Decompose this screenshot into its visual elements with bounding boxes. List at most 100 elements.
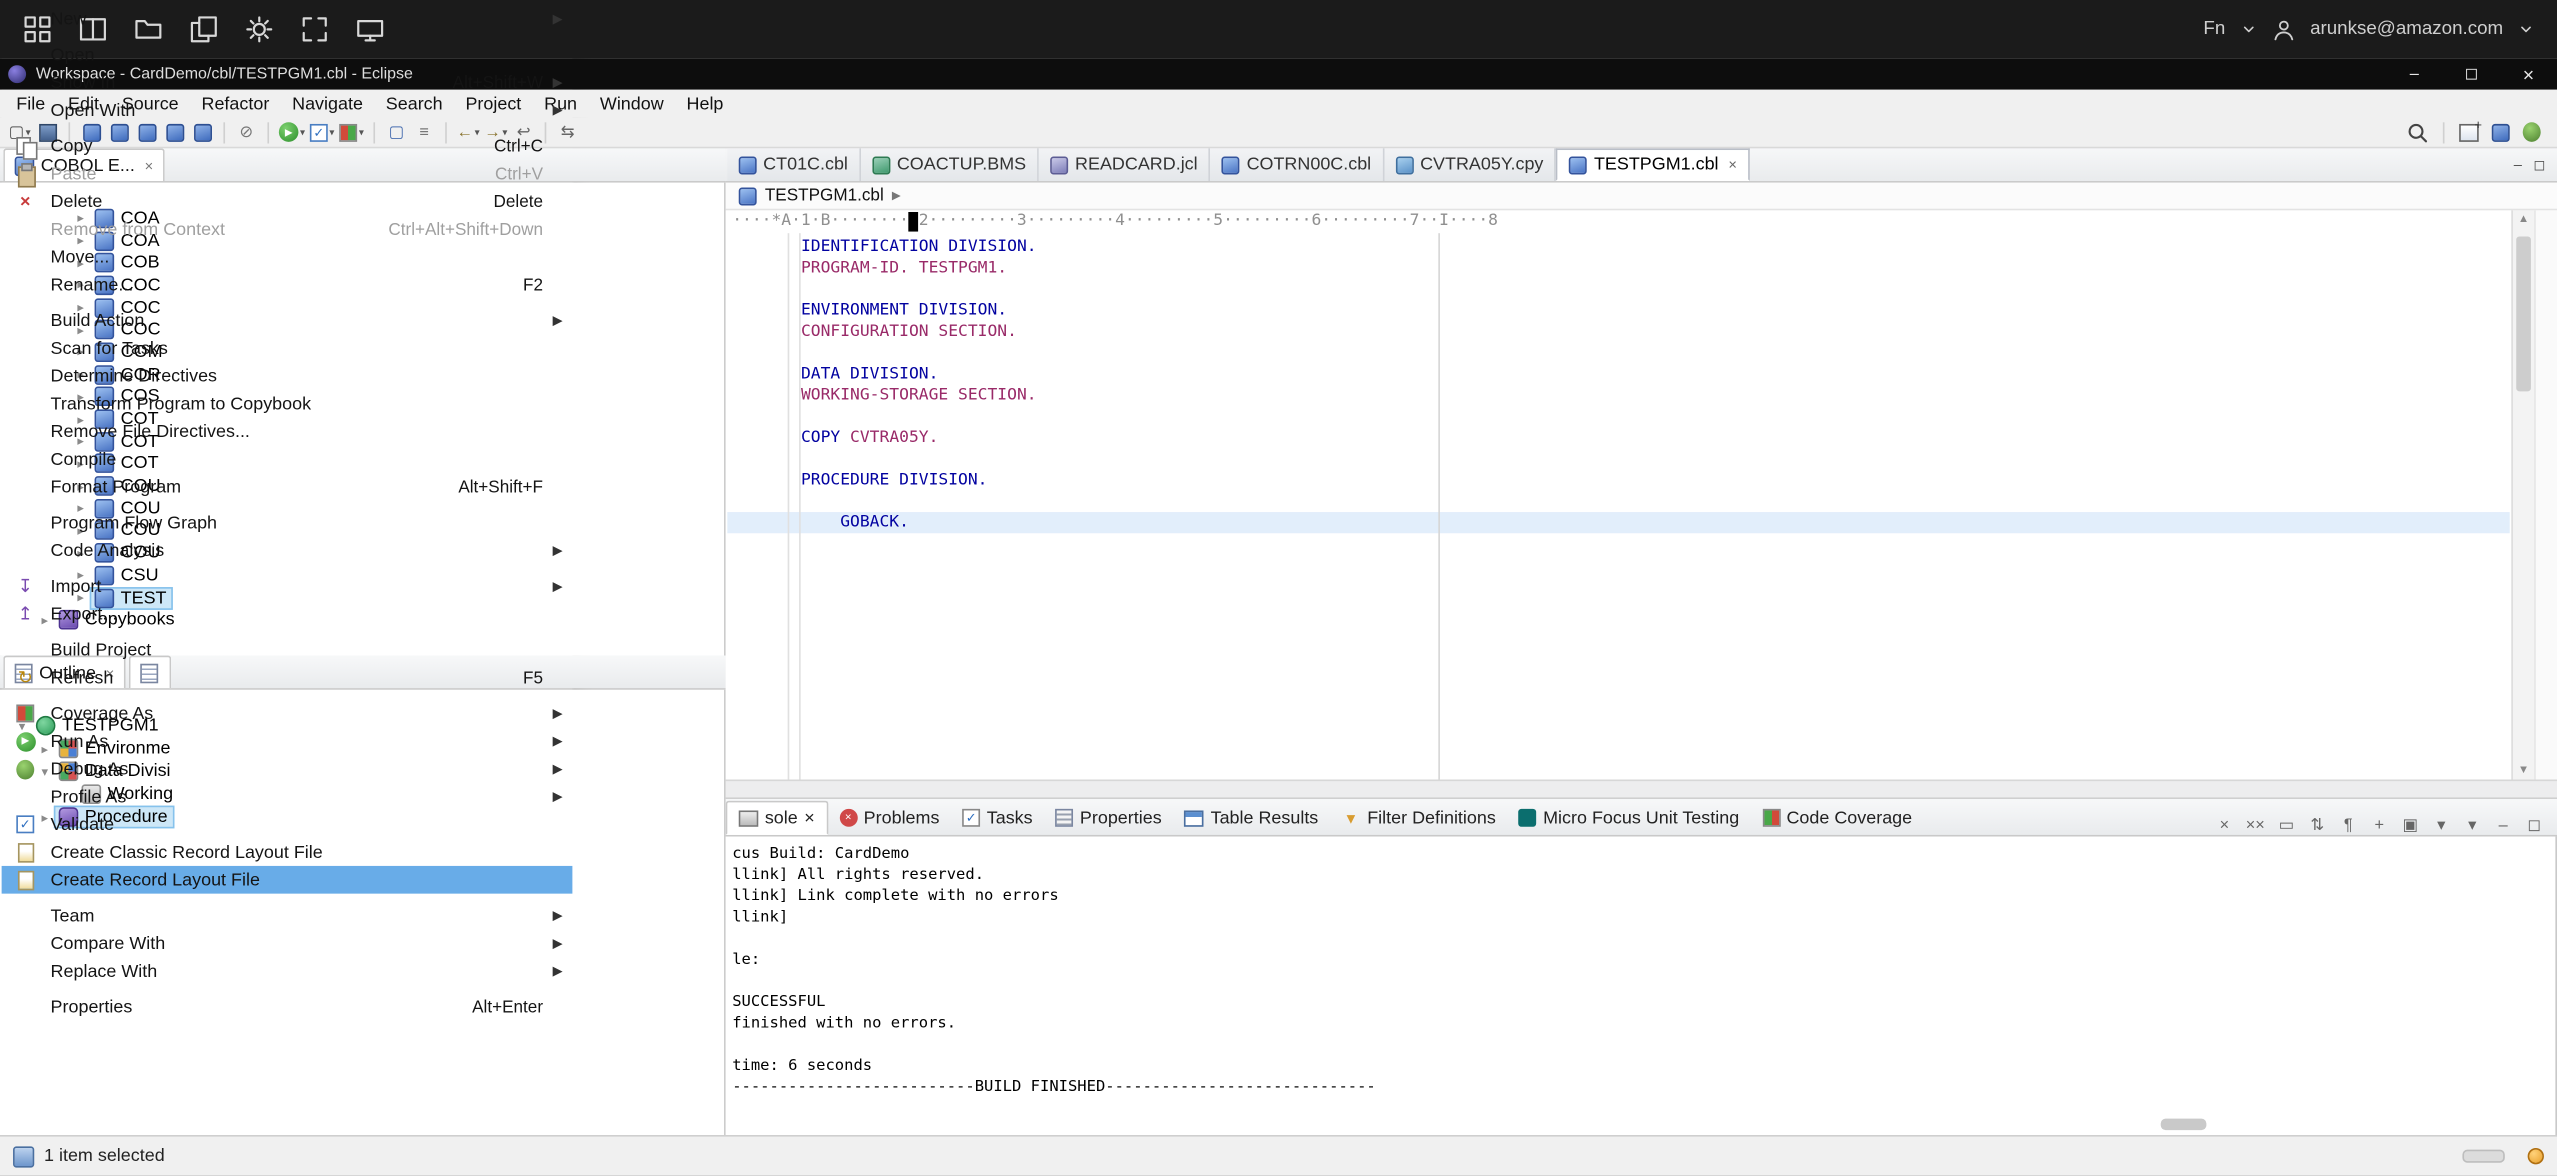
display-selected-console-icon[interactable]: ▣ <box>2400 817 2420 835</box>
context-menu-item-import[interactable]: ↧Import▶ <box>2 572 573 600</box>
console-line: finished with no errors. <box>732 1013 1376 1034</box>
column-ruler: ····*A·1·B·········2·········3·········4… <box>732 212 2493 233</box>
menu-window[interactable]: Window <box>588 90 675 118</box>
word-wrap-icon[interactable]: ¶ <box>2338 817 2358 835</box>
context-menu-item-create-classic-record-layout-file[interactable]: Create Classic Record Layout File <box>2 838 573 866</box>
pin-console-icon[interactable]: + <box>2369 817 2389 835</box>
console-tab-properties[interactable]: Properties <box>1044 801 1173 835</box>
context-menu-item-rename[interactable]: Rename...F2 <box>2 271 573 299</box>
console-view[interactable]: cus Build: CardDemollink] All rights res… <box>726 837 2557 1135</box>
scrollbar-thumb[interactable] <box>2516 236 2531 391</box>
submenu-arrow-icon: ▶ <box>553 543 563 558</box>
context-menu-item-export[interactable]: ↥Export... <box>2 600 573 628</box>
context-menu-item-new[interactable]: New▶ <box>2 5 573 33</box>
restore-icon[interactable]: ◻ <box>2443 59 2500 90</box>
menu-item-accelerator: Delete <box>494 192 573 212</box>
context-menu-item-compile[interactable]: Compile <box>2 445 573 473</box>
remove-all-terminated-icon[interactable]: ×× <box>2246 817 2266 835</box>
context-menu-item-build-action[interactable]: Build Action▶ <box>2 307 573 335</box>
context-menu-item-validate[interactable]: ✓Validate <box>2 810 573 838</box>
fn-chevron-down-icon[interactable] <box>2240 21 2256 37</box>
menu-item-accelerator: Alt+Shift+F <box>458 477 572 497</box>
scroll-lock-icon[interactable]: ⇅ <box>2307 817 2327 835</box>
console-tab-tasks[interactable]: ✓Tasks <box>951 801 1044 835</box>
code-line <box>732 406 2501 427</box>
context-menu-item-open[interactable]: Open <box>2 41 573 69</box>
clear-console-icon[interactable]: ▭ <box>2277 817 2297 835</box>
minimize-editor-icon[interactable]: – <box>2514 157 2522 175</box>
search-icon[interactable] <box>2405 120 2429 144</box>
editor-console-sash[interactable] <box>726 779 2557 799</box>
close-icon[interactable]: × <box>2500 59 2557 90</box>
context-menu-item-debug-as[interactable]: Debug As▶ <box>2 755 573 783</box>
context-menu-item-copy[interactable]: CopyCtrl+C <box>2 132 573 160</box>
editor-vertical-scrollbar[interactable]: ▲ ▼ <box>2511 210 2534 779</box>
editor-tab-coactup-bms[interactable]: COACTUP.BMS <box>861 148 1039 181</box>
close-icon[interactable]: × <box>1728 157 1737 173</box>
context-menu-item-run-as[interactable]: ▶Run As▶ <box>2 727 573 755</box>
editor-tab-readcard-jcl[interactable]: READCARD.jcl <box>1039 148 1211 181</box>
context-menu-item-replace-with[interactable]: Replace With▶ <box>2 957 573 985</box>
fn-label[interactable]: Fn <box>2203 20 2225 40</box>
user-email[interactable]: arunkse@amazon.com <box>2310 20 2503 40</box>
console-menu-icon[interactable]: ▾ <box>2462 817 2482 835</box>
console-tab-table-results[interactable]: Table Results <box>1173 801 1330 835</box>
console-tab-problems[interactable]: ×Problems <box>828 801 951 835</box>
scroll-down-icon[interactable]: ▼ <box>2518 765 2529 776</box>
context-menu-item-transform-program-to-copybook[interactable]: Transform Program to Copybook <box>2 390 573 418</box>
context-menu-item-paste[interactable]: PasteCtrl+V <box>2 160 573 188</box>
code-editor-text[interactable]: IDENTIFICATION DIVISION. PROGRAM-ID. TES… <box>732 236 2501 533</box>
context-menu-item-open-with[interactable]: Open With▶ <box>2 96 573 124</box>
cobol-file-icon <box>739 187 757 205</box>
menu-help[interactable]: Help <box>675 90 735 118</box>
open-perspective-icon[interactable] <box>2458 120 2481 144</box>
debug-perspective-icon[interactable] <box>2519 120 2542 144</box>
open-console-icon[interactable]: ▾ <box>2431 817 2451 835</box>
editor-tab-testpgm1-cbl[interactable]: TESTPGM1.cbl× <box>1556 148 1750 181</box>
editor-tab-label: COTRN00C.cbl <box>1247 155 1372 175</box>
context-menu-item-build-project[interactable]: Build Project <box>2 636 573 664</box>
minimize-icon[interactable]: – <box>2386 59 2443 90</box>
context-menu-item-move[interactable]: Move... <box>2 243 573 271</box>
console-tab-label: Tasks <box>987 808 1033 828</box>
context-menu-item-team[interactable]: Team▶ <box>2 902 573 930</box>
context-menu-item-format-program[interactable]: Format ProgramAlt+Shift+F <box>2 473 573 501</box>
console-tab-micro-focus-unit-testing[interactable]: Micro Focus Unit Testing <box>1507 801 1750 835</box>
console-tab-label: Problems <box>864 808 940 828</box>
context-menu-item-show-in[interactable]: Show InAlt+Shift+W▶ <box>2 68 573 96</box>
context-menu-item-remove-from-context[interactable]: Remove from ContextCtrl+Alt+Shift+Down <box>2 215 573 243</box>
console-tab-code-coverage[interactable]: Code Coverage <box>1751 801 1924 835</box>
editor-tab-ct01c-cbl[interactable]: CT01C.cbl <box>727 148 861 181</box>
maximize-editor-icon[interactable]: ◻ <box>2533 157 2545 175</box>
context-menu-item-compare-with[interactable]: Compare With▶ <box>2 930 573 958</box>
console-output[interactable]: cus Build: CardDemollink] All rights res… <box>732 843 1376 1097</box>
editor-tab-cvtra05y-cpy[interactable]: CVTRA05Y.cpy <box>1384 148 1556 181</box>
account-chevron-down-icon[interactable] <box>2518 21 2534 37</box>
scroll-up-icon[interactable]: ▲ <box>2518 214 2529 225</box>
terminate-icon[interactable]: × <box>2215 817 2235 835</box>
editor-tab-cotrn00c-cbl[interactable]: COTRN00C.cbl <box>1211 148 1385 181</box>
context-menu-item-code-analysis[interactable]: Code Analysis▶ <box>2 537 573 565</box>
minimize-panel-icon[interactable]: – <box>2493 817 2513 835</box>
context-menu-item-profile-as[interactable]: Profile As▶ <box>2 783 573 811</box>
context-menu-item-remove-file-directives[interactable]: Remove File Directives... <box>2 417 573 445</box>
cobol-perspective-icon[interactable] <box>2489 120 2512 144</box>
close-icon[interactable]: × <box>804 808 814 828</box>
context-menu-item-delete[interactable]: ×DeleteDelete <box>2 188 573 216</box>
console-tab-sole[interactable]: sole× <box>726 801 828 835</box>
editor-tab-label: READCARD.jcl <box>1075 155 1198 175</box>
context-menu-item-program-flow-graph[interactable]: Program Flow Graph <box>2 509 573 537</box>
code-line <box>732 491 2501 512</box>
context-menu-item-properties[interactable]: PropertiesAlt+Enter <box>2 993 573 1021</box>
console-scrollbar-thumb[interactable] <box>2161 1119 2207 1130</box>
context-menu-item-refresh[interactable]: ↻RefreshF5 <box>2 664 573 692</box>
context-menu-item-determine-directives[interactable]: Determine Directives <box>2 362 573 390</box>
context-menu-item-scan-for-tasks[interactable]: Scan for Tasks <box>2 334 573 362</box>
context-menu-item-create-record-layout-file[interactable]: Create Record Layout File <box>2 866 573 894</box>
breadcrumb[interactable]: TESTPGM1.cbl ▶ <box>726 183 2557 211</box>
maximize-panel-icon[interactable]: ◻ <box>2524 817 2544 835</box>
context-menu-item-coverage-as[interactable]: Coverage As▶ <box>2 700 573 728</box>
console-line: --------------------------BUILD FINISHED… <box>732 1076 1376 1097</box>
code-line: GOBACK. <box>732 512 2501 533</box>
console-tab-filter-definitions[interactable]: ▼Filter Definitions <box>1330 801 1508 835</box>
